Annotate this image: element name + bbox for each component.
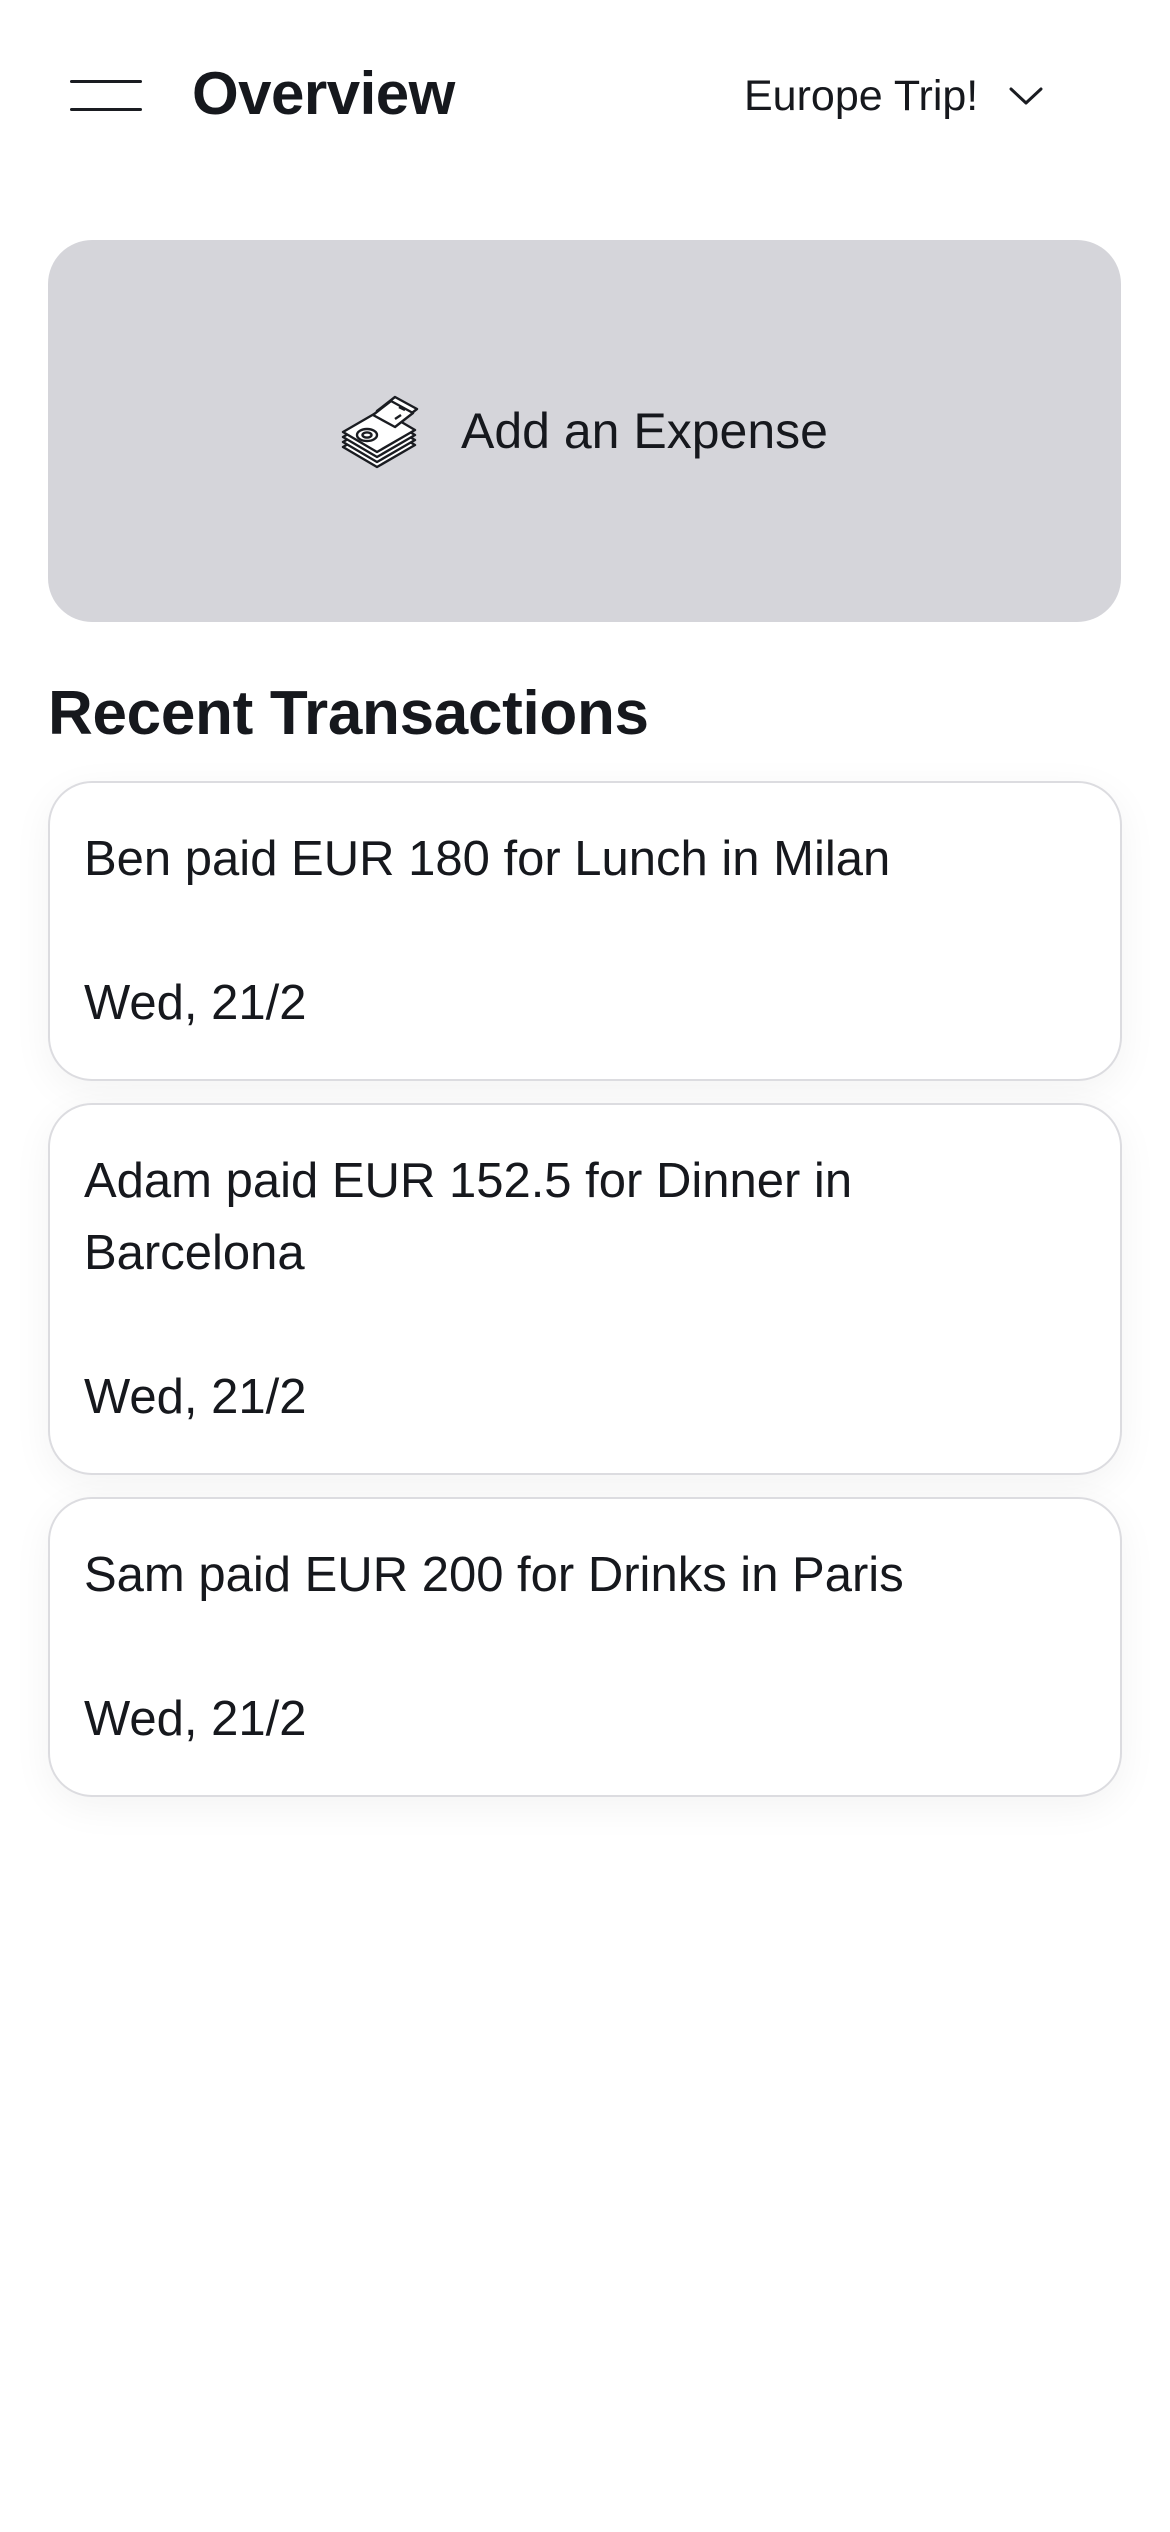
transaction-date: Wed, 21/2 xyxy=(84,1370,307,1424)
transaction-description: Sam paid EUR 200 for Drinks in Paris xyxy=(84,1548,904,1602)
add-expense-label: Add an Expense xyxy=(461,403,828,459)
menu-line xyxy=(70,108,142,111)
recent-transactions-title: Recent Transactions xyxy=(48,679,649,748)
transaction-description: Adam paid EUR 152.5 for Dinner in Barcel… xyxy=(84,1154,853,1280)
page-title: Overview xyxy=(192,60,455,127)
transaction-card[interactable]: Sam paid EUR 200 for Drinks in Paris Wed… xyxy=(48,1497,1122,1797)
menu-line xyxy=(70,80,142,83)
trip-selector-value: Europe Trip! xyxy=(744,72,979,120)
trip-selector[interactable]: Europe Trip! xyxy=(744,64,1046,128)
money-stack-icon xyxy=(337,389,421,473)
transaction-date: Wed, 21/2 xyxy=(84,1692,307,1746)
app-header: Overview Europe Trip! xyxy=(0,0,1170,200)
transaction-date: Wed, 21/2 xyxy=(84,976,307,1030)
menu-icon[interactable] xyxy=(70,76,144,112)
transaction-description: Ben paid EUR 180 for Lunch in Milan xyxy=(84,832,891,886)
transaction-card[interactable]: Ben paid EUR 180 for Lunch in Milan Wed,… xyxy=(48,781,1122,1081)
chevron-down-icon xyxy=(1006,76,1046,116)
transaction-list: Ben paid EUR 180 for Lunch in Milan Wed,… xyxy=(48,781,1122,1819)
transaction-card[interactable]: Adam paid EUR 152.5 for Dinner in Barcel… xyxy=(48,1103,1122,1475)
add-expense-button[interactable]: Add an Expense xyxy=(48,240,1121,622)
